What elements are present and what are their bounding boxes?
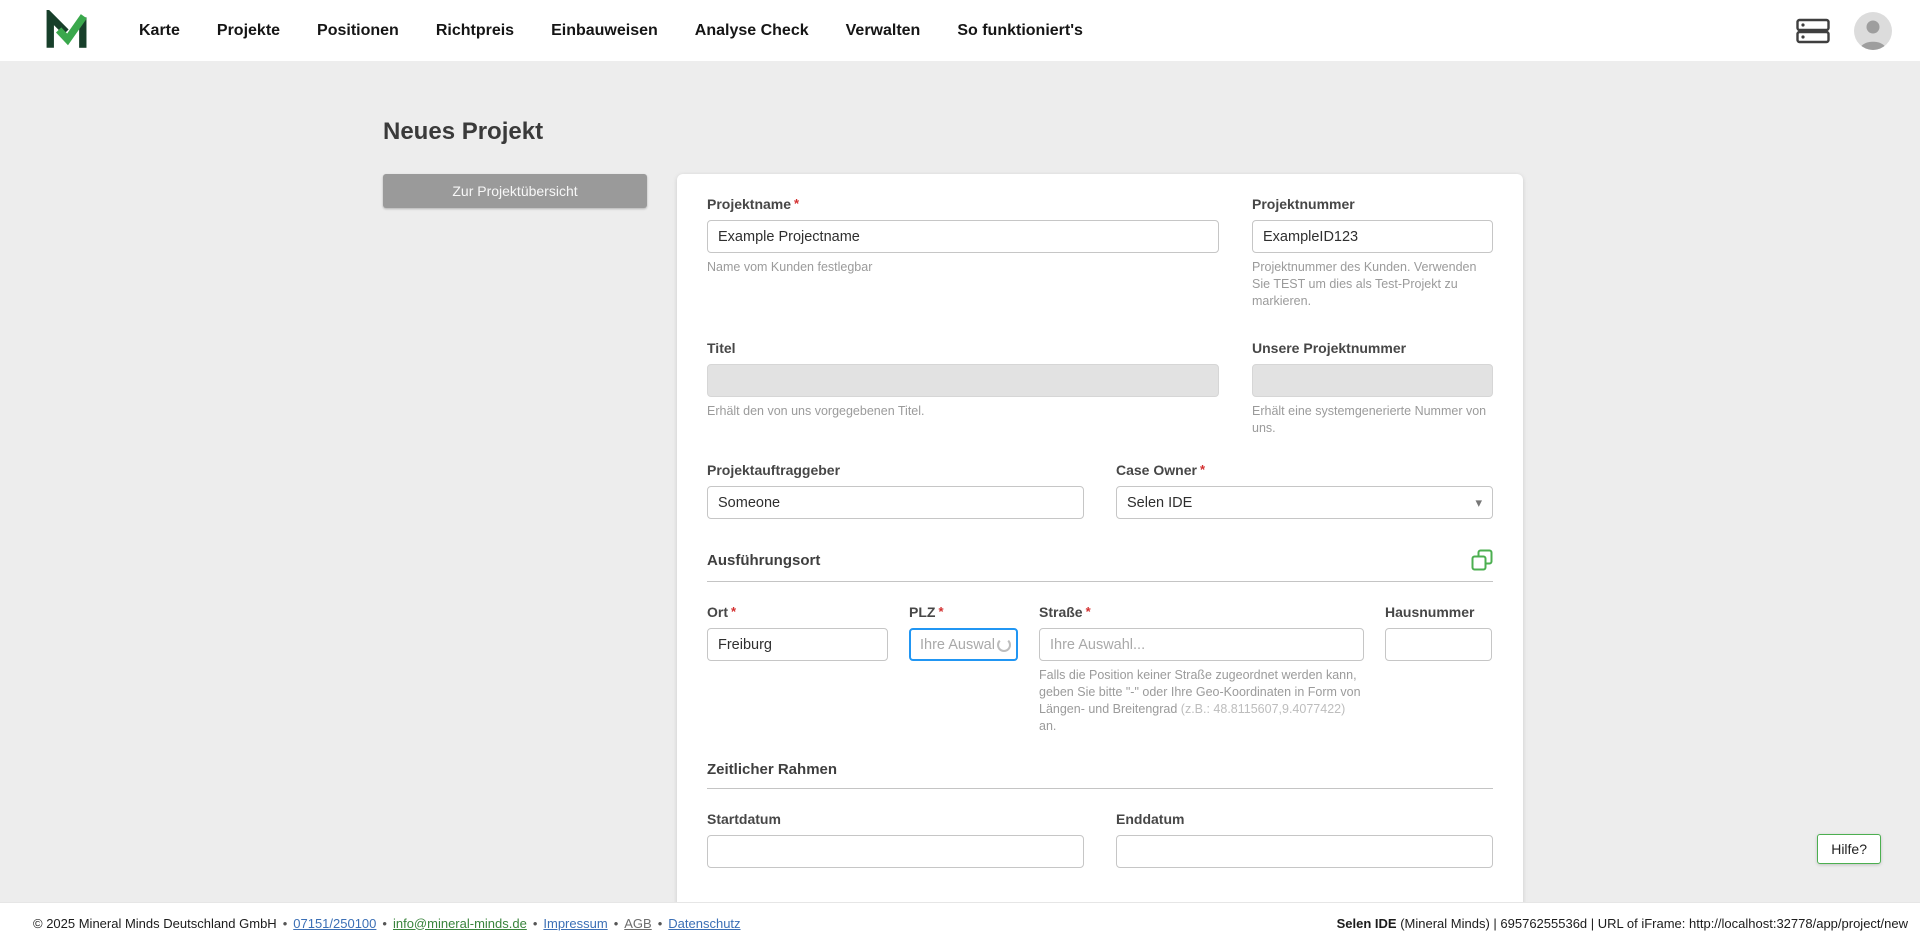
required-marker: * [938, 604, 944, 620]
nav-item-einbauweisen[interactable]: Einbauweisen [551, 22, 658, 40]
footer-agb-link[interactable]: AGB [624, 916, 651, 931]
field-strasse: Straße* Falls die Position keiner Straße… [1039, 604, 1364, 735]
field-enddatum: Enddatum [1116, 811, 1493, 868]
back-to-project-overview-button[interactable]: Zur Projektübersicht [383, 174, 647, 208]
nav-item-positionen[interactable]: Positionen [317, 22, 399, 40]
titel-label: Titel [707, 339, 736, 356]
person-icon [1860, 20, 1886, 50]
projektname-helper: Name vom Kunden festlegbar [707, 260, 873, 274]
user-avatar[interactable] [1854, 11, 1892, 50]
nav-item-so-funktionierts[interactable]: So funktioniert's [957, 22, 1083, 40]
section-divider [707, 581, 1493, 583]
help-button[interactable]: Hilfe? [1817, 834, 1881, 864]
footer-email-link[interactable]: info@mineral-minds.de [393, 916, 527, 931]
case-owner-label: Case Owner * [1116, 462, 1205, 479]
titel-input [707, 363, 1219, 397]
footer-session-info: Selen IDE (Mineral Minds) | 69576255536d… [1336, 915, 1908, 931]
strasse-input[interactable] [1039, 628, 1364, 662]
project-form-card: Projektname* Name vom Kunden festlegbar … [677, 174, 1523, 910]
navbar-right [1796, 11, 1892, 50]
footer-separator: • [382, 915, 387, 931]
top-navbar: Karte Projekte Positionen Richtpreis Ein… [0, 0, 1920, 61]
nav-item-karte[interactable]: Karte [139, 22, 180, 40]
strasse-label: Straße * [1039, 604, 1091, 621]
hausnummer-input[interactable] [1385, 628, 1492, 662]
copy-icon[interactable] [1471, 549, 1493, 571]
section-zeitlicher-rahmen-title: Zeitlicher Rahmen [707, 760, 838, 778]
hausnummer-label: Hausnummer [1385, 604, 1475, 621]
footer-separator: • [282, 915, 288, 931]
loading-spinner-icon [997, 637, 1011, 652]
field-hausnummer: Hausnummer [1385, 604, 1492, 735]
field-projektauftraggeber: Projektauftraggeber [707, 462, 1084, 520]
server-rack-icon[interactable] [1796, 18, 1830, 44]
projektname-input[interactable] [707, 220, 1219, 253]
footer: © 2025 Mineral Minds Deutschland GmbH • … [0, 902, 1920, 943]
projektauftraggeber-input[interactable] [707, 486, 1084, 520]
footer-datenschutz-link[interactable]: Datenschutz [668, 916, 740, 931]
footer-separator: • [613, 915, 619, 931]
section-divider [707, 787, 1493, 789]
unsere-projektnummer-input [1252, 363, 1493, 397]
nav-item-richtpreis[interactable]: Richtpreis [436, 22, 514, 40]
field-startdatum: Startdatum [707, 811, 1084, 868]
projektnummer-helper: Projektnummer des Kunden. Verwenden Sie … [1252, 260, 1477, 308]
field-projektname: Projektname* Name vom Kunden festlegbar [707, 196, 1219, 310]
field-projektnummer: Projektnummer Projektnummer des Kunden. … [1252, 196, 1493, 310]
case-owner-select[interactable]: Selen IDE ▾ [1116, 486, 1493, 520]
startdatum-label: Startdatum [707, 810, 781, 827]
page-title: Neues Projekt [383, 118, 544, 145]
enddatum-input[interactable] [1116, 834, 1493, 868]
startdatum-input[interactable] [707, 834, 1084, 868]
nav-item-projekte[interactable]: Projekte [217, 22, 280, 40]
chevron-down-icon: ▾ [1475, 494, 1482, 510]
ort-input[interactable] [707, 628, 888, 662]
strasse-helper: Falls die Position keiner Straße zugeord… [1039, 668, 1361, 733]
footer-phone-link[interactable]: 07151/250100 [293, 916, 376, 931]
ort-label: Ort * [707, 604, 737, 621]
unsere-projektnummer-helper: Erhält eine systemgenerierte Nummer von … [1252, 403, 1487, 435]
field-titel: Titel Erhält den von uns vorgegebenen Ti… [707, 340, 1219, 437]
footer-copyright: © 2025 Mineral Minds Deutschland GmbH [33, 915, 277, 931]
required-marker: * [794, 196, 800, 211]
nav-item-analyse-check[interactable]: Analyse Check [695, 22, 809, 40]
nav-item-verwalten[interactable]: Verwalten [846, 22, 921, 40]
field-plz: PLZ * [909, 604, 1018, 735]
projektname-label: Projektname * [707, 196, 800, 212]
footer-separator: • [532, 915, 538, 931]
projektnummer-input[interactable] [1252, 220, 1493, 253]
projektnummer-label: Projektnummer [1252, 196, 1355, 212]
field-case-owner: Case Owner * Selen IDE ▾ [1116, 462, 1493, 520]
footer-separator: • [657, 915, 663, 931]
left-column: Zur Projektübersicht [383, 174, 647, 208]
required-marker: * [1199, 462, 1205, 478]
field-unsere-projektnummer: Unsere Projektnummer Erhält eine systemg… [1252, 340, 1493, 437]
required-marker: * [1085, 604, 1091, 620]
field-ort: Ort * [707, 604, 888, 735]
unsere-projektnummer-label: Unsere Projektnummer [1252, 339, 1407, 356]
plz-label: PLZ * [909, 604, 944, 621]
main-nav: Karte Projekte Positionen Richtpreis Ein… [139, 22, 1083, 40]
main-content: Neues Projekt Zur Projektübersicht Proje… [0, 61, 1920, 943]
mineral-minds-logo-icon[interactable] [45, 9, 87, 52]
required-marker: * [731, 604, 737, 620]
section-ausfuehrungsort-title: Ausführungsort [707, 551, 821, 569]
footer-impressum-link[interactable]: Impressum [543, 916, 607, 931]
enddatum-label: Enddatum [1116, 810, 1185, 827]
titel-helper: Erhält den von uns vorgegebenen Titel. [707, 403, 925, 418]
projektauftraggeber-label: Projektauftraggeber [707, 462, 841, 479]
